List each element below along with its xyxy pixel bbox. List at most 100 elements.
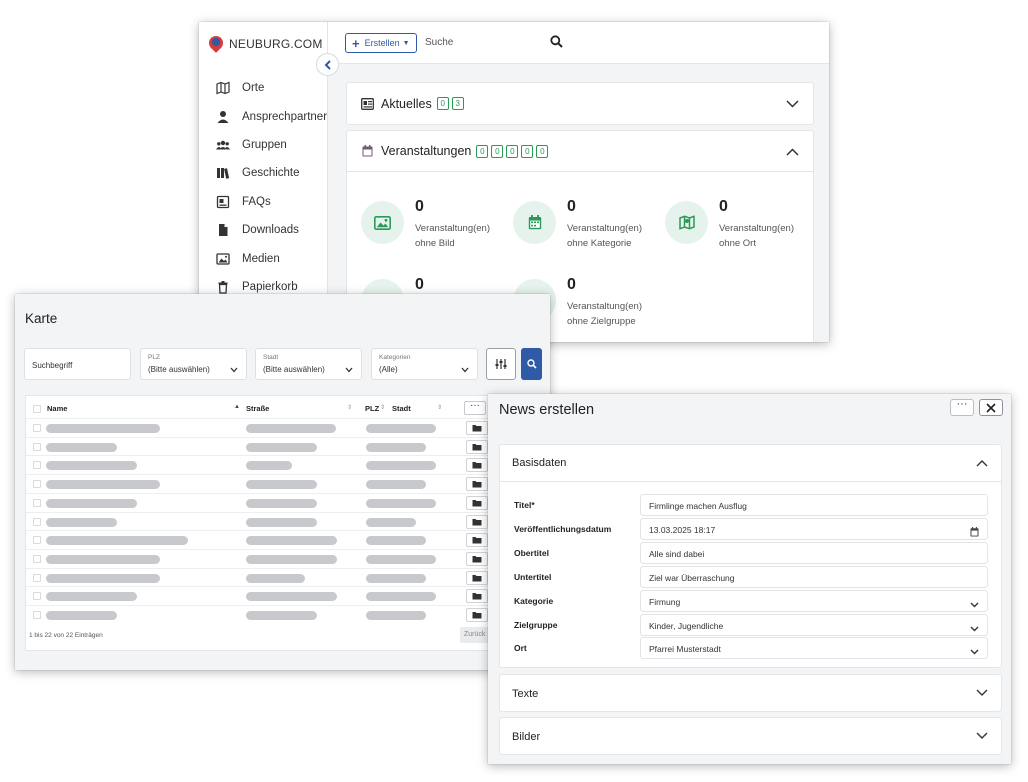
text-field[interactable]: Firmlinge machen Ausflug — [640, 494, 988, 516]
search-input[interactable]: Suchbegriff — [24, 348, 131, 380]
brand-logo[interactable]: NEUBURG.COM — [206, 33, 323, 54]
cell-placeholder-strasse — [246, 611, 317, 620]
cell-placeholder-name — [46, 517, 117, 527]
row-checkbox[interactable] — [33, 424, 41, 432]
row-checkbox[interactable] — [33, 554, 41, 563]
table-row[interactable] — [26, 511, 501, 531]
chevron-down-icon[interactable] — [786, 97, 799, 111]
column-header-stadt[interactable]: Stadt — [392, 404, 411, 413]
row-checkbox[interactable] — [33, 480, 41, 489]
row-checkbox[interactable] — [33, 592, 41, 601]
chevron-up-icon[interactable] — [786, 145, 799, 159]
kategorien-select[interactable]: Kategorien (Alle) — [371, 348, 478, 380]
sort-icon[interactable]: ⇕ — [380, 404, 385, 411]
row-checkbox[interactable] — [33, 573, 41, 582]
sidebar-item-label: Geschichte — [242, 167, 300, 180]
table-row[interactable] — [26, 605, 501, 624]
search-input[interactable]: Suche — [425, 37, 453, 48]
select-field[interactable]: Kinder, Jugendliche — [640, 613, 988, 638]
text-field[interactable]: Alle sind dabei — [640, 541, 988, 564]
open-folder-button[interactable] — [466, 495, 488, 510]
sidebar-item-gruppen[interactable]: Gruppen — [199, 131, 328, 159]
create-button[interactable]: + Erstellen ▼ — [345, 33, 417, 53]
basisdaten-header[interactable]: Basisdaten — [500, 445, 1001, 482]
cell-placeholder-strasse — [246, 461, 292, 471]
cell-placeholder-name — [46, 536, 188, 546]
stat-ohne-ort[interactable]: 0 Veranstaltung(en) ohne Ort — [665, 198, 815, 261]
status-badge: 0 — [536, 144, 549, 158]
search-placeholder: Suchbegriff — [32, 361, 73, 370]
chevron-down-icon — [970, 620, 979, 638]
column-header-plz[interactable]: PLZ — [365, 404, 379, 413]
column-header-strasse[interactable]: Straße — [246, 404, 269, 413]
sidebar-item-geschichte[interactable]: Geschichte — [199, 159, 328, 187]
veranstaltungen-header[interactable]: Veranstaltungen 0 0 0 0 0 — [347, 131, 813, 172]
table-row[interactable] — [26, 474, 501, 493]
row-checkbox[interactable] — [33, 536, 41, 545]
row-checkbox[interactable] — [33, 442, 41, 451]
date-field[interactable]: 13.03.2025 18:17 — [640, 517, 988, 542]
open-folder-button[interactable] — [466, 570, 488, 585]
sidebar-item-label: Orte — [242, 82, 265, 95]
bilder-header[interactable]: Bilder — [500, 718, 1001, 755]
kategorien-label: Kategorien — [379, 354, 411, 361]
sidebar-item-medien[interactable]: Medien — [199, 244, 328, 272]
bilder-section: Bilder — [499, 717, 1002, 755]
search-icon[interactable] — [550, 35, 563, 53]
text-field[interactable]: Ziel war Überraschung — [640, 565, 988, 588]
aktuelles-header[interactable]: Aktuelles 0 3 — [347, 83, 813, 124]
caret-down-icon: ▼ — [402, 39, 410, 47]
status-badge: 0 — [521, 144, 534, 158]
row-checkbox[interactable] — [33, 461, 41, 470]
sidebar-item-downloads[interactable]: Downloads — [199, 216, 328, 244]
close-button[interactable] — [979, 399, 1003, 416]
sort-icon[interactable]: ⇕ — [347, 404, 352, 411]
open-folder-button[interactable] — [466, 439, 488, 454]
row-checkbox[interactable] — [33, 498, 41, 507]
column-header-name[interactable]: Name — [47, 404, 67, 413]
open-folder-button[interactable] — [466, 533, 488, 548]
cell-placeholder-name — [46, 573, 160, 583]
open-folder-button[interactable] — [466, 589, 488, 604]
more-options-button[interactable]: ··· — [464, 401, 486, 415]
calendar-icon[interactable] — [970, 524, 979, 542]
table-row[interactable] — [26, 418, 501, 437]
stadt-select[interactable]: Stadt (Bitte auswählen) — [255, 348, 362, 380]
table-row[interactable] — [26, 436, 501, 456]
row-checkbox[interactable] — [33, 611, 41, 619]
sort-asc-icon[interactable]: ▲ — [234, 404, 240, 410]
open-folder-button[interactable] — [466, 608, 488, 622]
stat-ohne-kategorie[interactable]: 0 Veranstaltung(en) ohne Kategorie — [513, 198, 663, 261]
folder-icon — [472, 462, 482, 469]
table-row[interactable] — [26, 455, 501, 474]
field-value: Pfarrei Musterstadt — [649, 644, 721, 655]
table-row[interactable] — [26, 586, 501, 605]
sidebar-item-ansprechpartner[interactable]: Ansprechpartner — [199, 102, 328, 130]
cell-placeholder-plz-stadt — [366, 498, 436, 508]
stat-ohne-bild[interactable]: 0 Veranstaltung(en) ohne Bild — [361, 198, 511, 261]
users-icon — [216, 138, 230, 152]
sidebar-item-faqs[interactable]: FAQs — [199, 188, 328, 216]
select-field[interactable]: Pfarrei Musterstadt — [640, 637, 988, 660]
texte-header[interactable]: Texte — [500, 675, 1001, 712]
sidebar-collapse-button[interactable] — [316, 53, 339, 76]
plz-select[interactable]: PLZ (Bitte auswählen) — [140, 348, 247, 380]
row-checkbox[interactable] — [33, 517, 41, 526]
open-folder-button[interactable] — [466, 477, 488, 492]
table-row[interactable] — [26, 492, 501, 512]
folder-icon — [472, 537, 482, 544]
table-row[interactable] — [26, 567, 501, 587]
table-row[interactable] — [26, 548, 501, 568]
open-folder-button[interactable] — [466, 458, 488, 473]
sort-icon[interactable]: ⇕ — [437, 404, 442, 411]
more-options-button[interactable]: ··· — [950, 399, 974, 416]
select-all-checkbox[interactable] — [33, 405, 41, 413]
table-row[interactable] — [26, 530, 501, 549]
filter-settings-button[interactable] — [486, 348, 516, 380]
search-button[interactable] — [521, 348, 542, 380]
open-folder-button[interactable] — [466, 551, 488, 566]
open-folder-button[interactable] — [466, 421, 488, 435]
select-field[interactable]: Firmung — [640, 589, 988, 612]
sidebar-item-orte[interactable]: Orte — [199, 74, 328, 102]
open-folder-button[interactable] — [466, 514, 488, 529]
